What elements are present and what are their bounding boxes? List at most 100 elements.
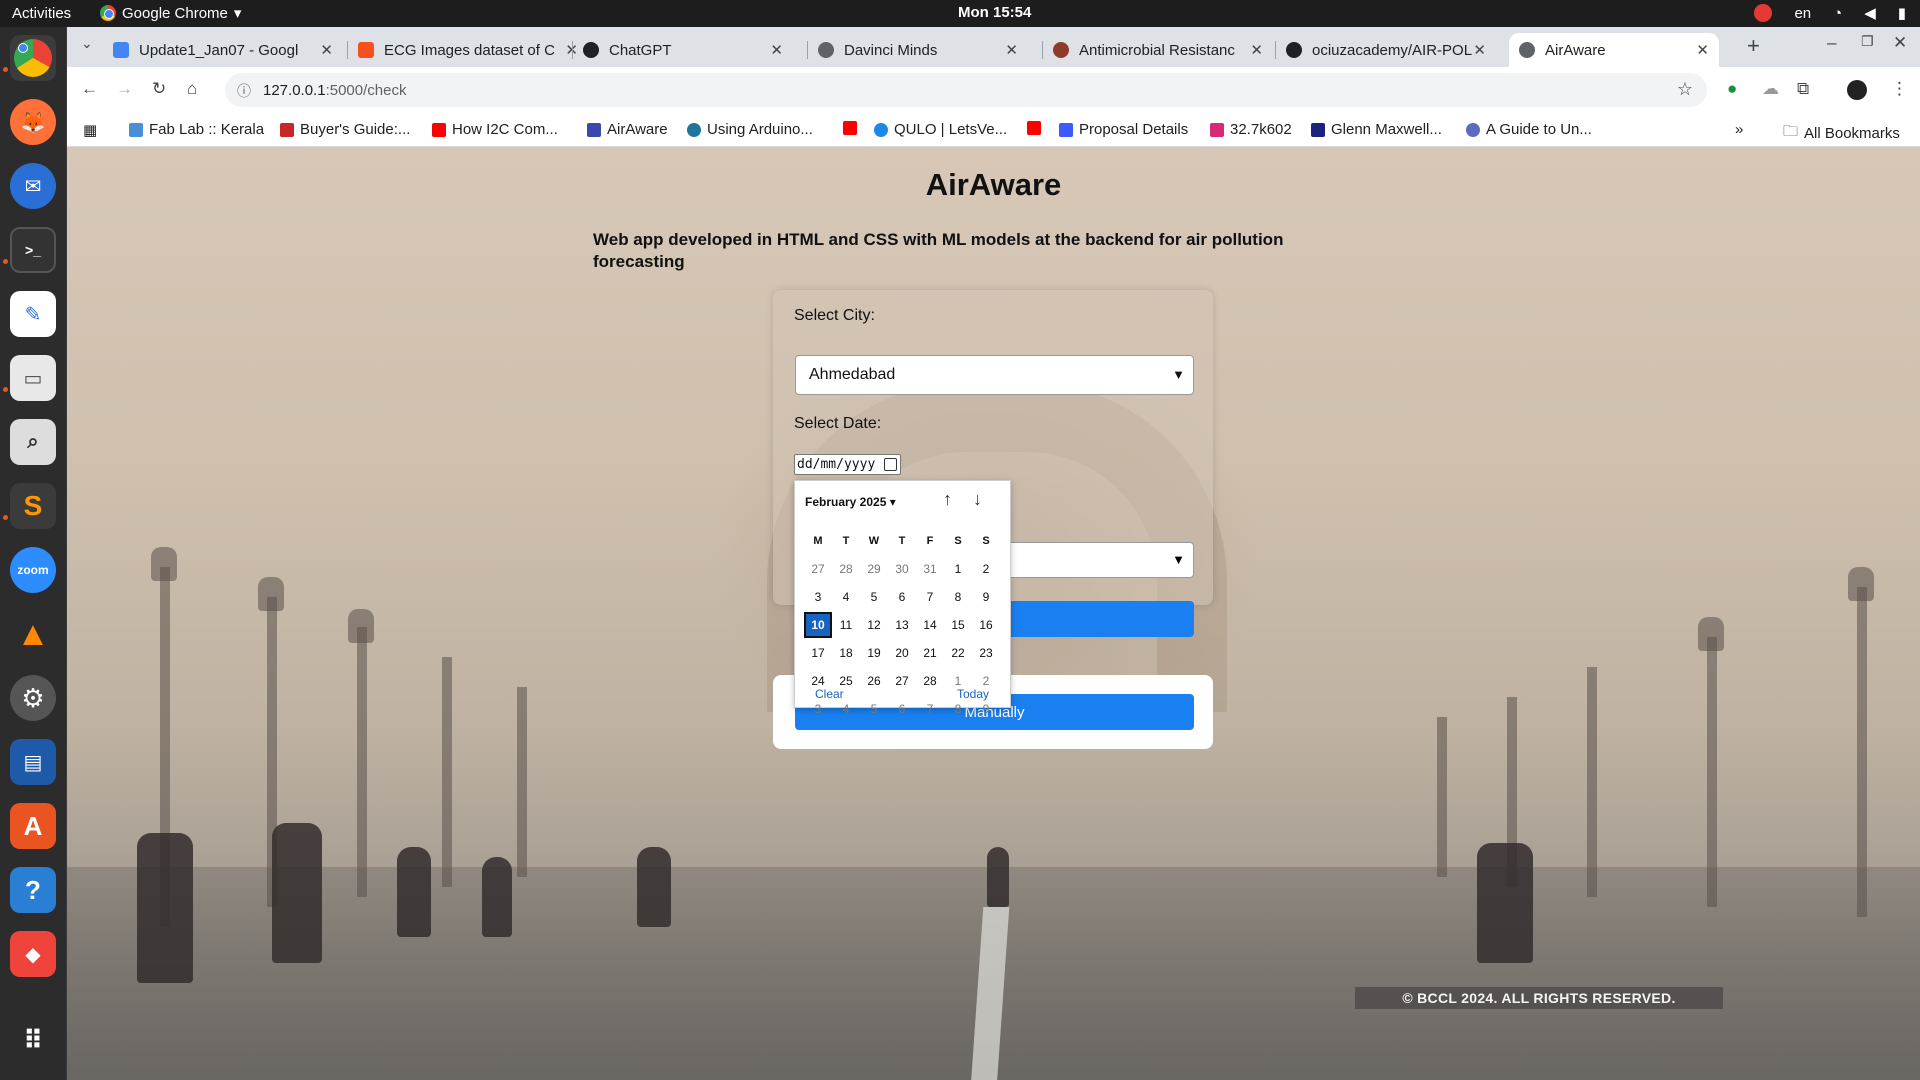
address-bar[interactable]: ⓘ 127.0.0.1:5000/check ☆ [225,73,1707,107]
close-window-button[interactable]: ✕ [1893,33,1907,53]
calendar-day[interactable]: 8 [944,590,972,604]
close-icon[interactable]: ✕ [1473,41,1486,59]
text-editor-dock-icon[interactable]: ✎ [10,291,56,337]
all-bookmarks[interactable]: 🗀 All Bookmarks [1783,121,1900,146]
clear-date-button[interactable]: Clear [815,687,844,701]
show-apps-icon[interactable]: ⠿ [10,1017,56,1063]
calendar-day[interactable]: 2 [972,674,1000,688]
calendar-day[interactable]: 6 [888,702,916,716]
maximize-button[interactable]: ❐ [1861,33,1874,50]
calendar-day[interactable]: 25 [832,674,860,688]
calendar-day[interactable]: 9 [972,590,1000,604]
system-tray[interactable]: en ◔ ◀ ▮ [1754,4,1906,22]
close-icon[interactable]: ✕ [1696,41,1709,59]
close-icon[interactable]: ✕ [1005,41,1018,59]
writer-dock-icon[interactable]: ▤ [10,739,56,785]
bookmark-glenn[interactable]: Glenn Maxwell... [1311,121,1442,138]
bookmark-youtube-2[interactable] [1027,121,1041,135]
bookmark-buyers-guide[interactable]: Buyer's Guide:... [280,121,410,138]
close-icon[interactable]: ✕ [320,41,333,59]
app-menu[interactable]: Google Chrome ▾ [100,4,241,22]
vlc-dock-icon[interactable]: ▲ [10,611,56,657]
calendar-day[interactable]: 27 [804,562,832,576]
bookmark-guide[interactable]: A Guide to Un... [1466,121,1592,138]
tab-davinci[interactable]: Davinci Minds ✕ [808,33,1028,67]
apps-grid-icon[interactable]: ▦ [83,121,97,139]
calendar-day[interactable]: 11 [832,618,860,632]
calendar-day[interactable]: 1 [944,674,972,688]
info-icon[interactable]: ⓘ [237,81,251,101]
date-input[interactable]: dd/mm/yyyy [794,454,901,475]
settings-dock-icon[interactable]: ⚙ [10,675,56,721]
calendar-day[interactable]: 12 [860,618,888,632]
bookmark-star-icon[interactable]: ☆ [1677,79,1693,100]
menu-kebab-icon[interactable]: ⋮ [1891,79,1908,99]
app-center-dock-icon[interactable]: A [10,803,56,849]
extension-icon[interactable]: ☁ [1762,79,1779,99]
calendar-day[interactable]: 29 [860,562,888,576]
calendar-day[interactable]: 2 [972,562,1000,576]
calendar-day[interactable]: 16 [972,618,1000,632]
close-icon[interactable]: ✕ [1250,41,1263,59]
firefox-dock-icon[interactable]: 🦊 [10,99,56,145]
calendar-day[interactable]: 20 [888,646,916,660]
grammarly-extension-icon[interactable]: ● [1727,79,1737,99]
reload-icon[interactable]: ↻ [152,79,166,99]
tab-github[interactable]: ociuzacademy/AIR-POLL ✕ [1276,33,1496,67]
new-tab-button[interactable]: + [1747,33,1760,59]
calendar-day[interactable]: 22 [944,646,972,660]
next-month-arrow-icon[interactable]: ↓ [973,489,982,510]
calendar-icon[interactable] [884,458,897,471]
tab-search-icon[interactable]: ⌄ [81,35,93,52]
calendar-day[interactable]: 8 [944,702,972,716]
month-year-selector[interactable]: February 2025 ▾ [805,495,896,509]
bookmark-instagram[interactable]: 32.7k602 [1210,121,1292,138]
calendar-day[interactable]: 28 [832,562,860,576]
zoom-dock-icon[interactable]: zoom [10,547,56,593]
chrome-dock-icon[interactable] [10,35,56,81]
search-dock-icon[interactable]: ⌕ [10,419,56,465]
city-select[interactable]: Ahmedabad ▼ [795,355,1194,395]
calendar-day[interactable]: 18 [832,646,860,660]
calendar-day[interactable]: 31 [916,562,944,576]
more-bookmarks-icon[interactable]: » [1735,121,1743,138]
tab-update1[interactable]: Update1_Jan07 - Googl ✕ [103,33,343,67]
calendar-day[interactable]: 3 [804,702,832,716]
close-icon[interactable]: ✕ [770,41,783,59]
bookmark-i2c[interactable]: How I2C Com... [432,121,558,138]
bookmark-youtube-1[interactable] [843,121,857,135]
sublime-dock-icon[interactable]: S [10,483,56,529]
thunderbird-dock-icon[interactable]: ✉ [10,163,56,209]
bookmark-airaware[interactable]: AirAware [587,121,668,138]
calendar-day[interactable]: 3 [804,590,832,604]
clock[interactable]: Mon 15:54 [958,4,1031,21]
today-button[interactable]: Today [957,687,989,701]
bookmark-arduino[interactable]: Using Arduino... [687,121,813,138]
calendar-day[interactable]: 7 [916,702,944,716]
home-icon[interactable]: ⌂ [187,79,197,99]
calendar-day[interactable]: 27 [888,674,916,688]
calendar-day[interactable]: 7 [916,590,944,604]
calendar-day[interactable]: 24 [804,674,832,688]
bookmark-proposal[interactable]: Proposal Details [1059,121,1188,138]
calendar-day[interactable]: 4 [832,702,860,716]
activities-button[interactable]: Activities [12,5,71,22]
language-indicator[interactable]: en [1794,5,1811,22]
files-dock-icon[interactable]: ▭ [10,355,56,401]
calendar-day[interactable]: 9 [972,702,1000,716]
tab-chatgpt[interactable]: ChatGPT ✕ [573,33,793,67]
calendar-day[interactable]: 1 [944,562,972,576]
calendar-day[interactable]: 26 [860,674,888,688]
calendar-day[interactable]: 4 [832,590,860,604]
tab-antimicrobial[interactable]: Antimicrobial Resistanc ✕ [1043,33,1273,67]
calendar-day[interactable]: 5 [860,590,888,604]
help-dock-icon[interactable]: ? [10,867,56,913]
minimize-button[interactable]: – [1827,33,1836,53]
profile-avatar[interactable] [1847,80,1867,100]
anydesk-dock-icon[interactable]: ◆ [10,931,56,977]
calendar-day[interactable]: 21 [916,646,944,660]
calendar-day[interactable]: 5 [860,702,888,716]
tab-ecg[interactable]: ECG Images dataset of C ✕ [348,33,588,67]
terminal-dock-icon[interactable]: >_ [10,227,56,273]
calendar-day[interactable]: 28 [916,674,944,688]
